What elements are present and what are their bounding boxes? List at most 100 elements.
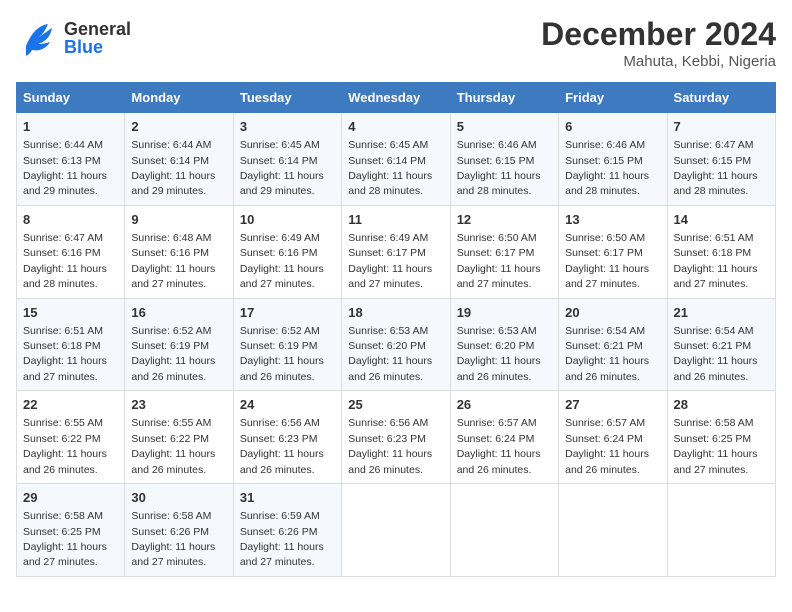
day-number: 19: [457, 304, 552, 322]
day-number: 24: [240, 396, 335, 414]
day-number: 7: [674, 118, 769, 136]
logo-bird-icon: [16, 16, 60, 60]
day-number: 9: [131, 211, 226, 229]
logo-general-text: General: [64, 20, 131, 38]
title-block: December 2024 Mahuta, Kebbi, Nigeria: [541, 16, 776, 70]
day-number: 8: [23, 211, 118, 229]
calendar-cell: 25 Sunrise: 6:56 AM Sunset: 6:23 PM Dayli…: [342, 391, 450, 484]
cell-info: Sunrise: 6:57 AM Sunset: 6:24 PM Dayligh…: [457, 417, 541, 475]
column-header-friday: Friday: [559, 83, 667, 113]
calendar-week-row: 1Sunrise: 6:44 AM Sunset: 6:13 PM Daylig…: [17, 113, 776, 206]
logo: General Blue: [16, 16, 131, 60]
calendar-cell: 9Sunrise: 6:48 AM Sunset: 6:16 PM Daylig…: [125, 205, 233, 298]
cell-info: Sunrise: 6:45 AM Sunset: 6:14 PM Dayligh…: [348, 139, 432, 197]
calendar-cell: 24Sunrise: 6:56 AM Sunset: 6:23 PM Dayli…: [233, 391, 341, 484]
calendar-cell: 15 Sunrise: 6:51 AM Sunset: 6:18 PM Dayli…: [17, 298, 125, 391]
day-number: 15: [23, 304, 118, 322]
calendar-cell: 1Sunrise: 6:44 AM Sunset: 6:13 PM Daylig…: [17, 113, 125, 206]
calendar-cell: 8Sunrise: 6:47 AM Sunset: 6:16 PM Daylig…: [17, 205, 125, 298]
cell-info: Sunrise: 6:52 AM Sunset: 6:19 PM Dayligh…: [240, 325, 324, 383]
calendar-cell: 22 Sunrise: 6:55 AM Sunset: 6:22 PM Dayli…: [17, 391, 125, 484]
cell-info: Sunrise: 6:44 AM Sunset: 6:14 PM Dayligh…: [131, 139, 215, 197]
day-number: 13: [565, 211, 660, 229]
cell-info: Sunrise: 6:49 AM Sunset: 6:16 PM Dayligh…: [240, 232, 324, 290]
calendar-cell: [342, 484, 450, 577]
calendar-cell: 7 Sunrise: 6:47 AM Sunset: 6:15 PM Daylig…: [667, 113, 775, 206]
cell-info: Sunrise: 6:53 AM Sunset: 6:20 PM Dayligh…: [457, 325, 541, 383]
calendar-cell: 17 Sunrise: 6:52 AM Sunset: 6:19 PM Dayli…: [233, 298, 341, 391]
cell-info: Sunrise: 6:46 AM Sunset: 6:15 PM Dayligh…: [457, 139, 541, 197]
cell-info: Sunrise: 6:57 AM Sunset: 6:24 PM Dayligh…: [565, 417, 649, 475]
calendar-table: SundayMondayTuesdayWednesdayThursdayFrid…: [16, 82, 776, 577]
calendar-cell: 10Sunrise: 6:49 AM Sunset: 6:16 PM Dayli…: [233, 205, 341, 298]
cell-info: Sunrise: 6:58 AM Sunset: 6:25 PM Dayligh…: [674, 417, 758, 475]
calendar-cell: 31Sunrise: 6:59 AM Sunset: 6:26 PM Dayli…: [233, 484, 341, 577]
calendar-cell: 19 Sunrise: 6:53 AM Sunset: 6:20 PM Dayli…: [450, 298, 558, 391]
day-number: 20: [565, 304, 660, 322]
calendar-cell: 11 Sunrise: 6:49 AM Sunset: 6:17 PM Dayli…: [342, 205, 450, 298]
day-number: 12: [457, 211, 552, 229]
calendar-cell: 23 Sunrise: 6:55 AM Sunset: 6:22 PM Dayli…: [125, 391, 233, 484]
column-header-saturday: Saturday: [667, 83, 775, 113]
column-header-tuesday: Tuesday: [233, 83, 341, 113]
calendar-cell: 29 Sunrise: 6:58 AM Sunset: 6:25 PM Dayli…: [17, 484, 125, 577]
calendar-cell: 18Sunrise: 6:53 AM Sunset: 6:20 PM Dayli…: [342, 298, 450, 391]
cell-info: Sunrise: 6:55 AM Sunset: 6:22 PM Dayligh…: [23, 417, 107, 475]
cell-info: Sunrise: 6:45 AM Sunset: 6:14 PM Dayligh…: [240, 139, 324, 197]
calendar-cell: 28 Sunrise: 6:58 AM Sunset: 6:25 PM Dayli…: [667, 391, 775, 484]
day-number: 11: [348, 211, 443, 229]
calendar-cell: [450, 484, 558, 577]
column-header-wednesday: Wednesday: [342, 83, 450, 113]
day-number: 25: [348, 396, 443, 414]
calendar-header-row: SundayMondayTuesdayWednesdayThursdayFrid…: [17, 83, 776, 113]
calendar-cell: 4Sunrise: 6:45 AM Sunset: 6:14 PM Daylig…: [342, 113, 450, 206]
page-header: General Blue December 2024 Mahuta, Kebbi…: [16, 16, 776, 70]
cell-info: Sunrise: 6:44 AM Sunset: 6:13 PM Dayligh…: [23, 139, 107, 197]
calendar-cell: [667, 484, 775, 577]
calendar-cell: 12 Sunrise: 6:50 AM Sunset: 6:17 PM Dayli…: [450, 205, 558, 298]
cell-info: Sunrise: 6:53 AM Sunset: 6:20 PM Dayligh…: [348, 325, 432, 383]
day-number: 2: [131, 118, 226, 136]
calendar-cell: 5 Sunrise: 6:46 AM Sunset: 6:15 PM Daylig…: [450, 113, 558, 206]
calendar-cell: 16 Sunrise: 6:52 AM Sunset: 6:19 PM Dayli…: [125, 298, 233, 391]
cell-info: Sunrise: 6:51 AM Sunset: 6:18 PM Dayligh…: [23, 325, 107, 383]
column-header-sunday: Sunday: [17, 83, 125, 113]
calendar-cell: [559, 484, 667, 577]
calendar-cell: 14Sunrise: 6:51 AM Sunset: 6:18 PM Dayli…: [667, 205, 775, 298]
day-number: 22: [23, 396, 118, 414]
cell-info: Sunrise: 6:46 AM Sunset: 6:15 PM Dayligh…: [565, 139, 649, 197]
calendar-week-row: 15 Sunrise: 6:51 AM Sunset: 6:18 PM Dayli…: [17, 298, 776, 391]
calendar-cell: 30 Sunrise: 6:58 AM Sunset: 6:26 PM Dayli…: [125, 484, 233, 577]
calendar-cell: 13Sunrise: 6:50 AM Sunset: 6:17 PM Dayli…: [559, 205, 667, 298]
day-number: 30: [131, 489, 226, 507]
cell-info: Sunrise: 6:55 AM Sunset: 6:22 PM Dayligh…: [131, 417, 215, 475]
cell-info: Sunrise: 6:56 AM Sunset: 6:23 PM Dayligh…: [348, 417, 432, 475]
day-number: 5: [457, 118, 552, 136]
cell-info: Sunrise: 6:52 AM Sunset: 6:19 PM Dayligh…: [131, 325, 215, 383]
cell-info: Sunrise: 6:58 AM Sunset: 6:25 PM Dayligh…: [23, 510, 107, 568]
calendar-cell: 21Sunrise: 6:54 AM Sunset: 6:21 PM Dayli…: [667, 298, 775, 391]
day-number: 21: [674, 304, 769, 322]
cell-info: Sunrise: 6:50 AM Sunset: 6:17 PM Dayligh…: [457, 232, 541, 290]
day-number: 23: [131, 396, 226, 414]
cell-info: Sunrise: 6:51 AM Sunset: 6:18 PM Dayligh…: [674, 232, 758, 290]
day-number: 17: [240, 304, 335, 322]
calendar-cell: 3 Sunrise: 6:45 AM Sunset: 6:14 PM Daylig…: [233, 113, 341, 206]
cell-info: Sunrise: 6:59 AM Sunset: 6:26 PM Dayligh…: [240, 510, 324, 568]
day-number: 29: [23, 489, 118, 507]
calendar-week-row: 22 Sunrise: 6:55 AM Sunset: 6:22 PM Dayli…: [17, 391, 776, 484]
column-header-thursday: Thursday: [450, 83, 558, 113]
day-number: 16: [131, 304, 226, 322]
logo-text: General Blue: [64, 20, 131, 56]
calendar-week-row: 8Sunrise: 6:47 AM Sunset: 6:16 PM Daylig…: [17, 205, 776, 298]
cell-info: Sunrise: 6:47 AM Sunset: 6:15 PM Dayligh…: [674, 139, 758, 197]
day-number: 28: [674, 396, 769, 414]
cell-info: Sunrise: 6:54 AM Sunset: 6:21 PM Dayligh…: [565, 325, 649, 383]
day-number: 3: [240, 118, 335, 136]
calendar-cell: 6Sunrise: 6:46 AM Sunset: 6:15 PM Daylig…: [559, 113, 667, 206]
calendar-week-row: 29 Sunrise: 6:58 AM Sunset: 6:25 PM Dayli…: [17, 484, 776, 577]
cell-info: Sunrise: 6:58 AM Sunset: 6:26 PM Dayligh…: [131, 510, 215, 568]
day-number: 26: [457, 396, 552, 414]
cell-info: Sunrise: 6:49 AM Sunset: 6:17 PM Dayligh…: [348, 232, 432, 290]
month-title: December 2024: [541, 16, 776, 53]
